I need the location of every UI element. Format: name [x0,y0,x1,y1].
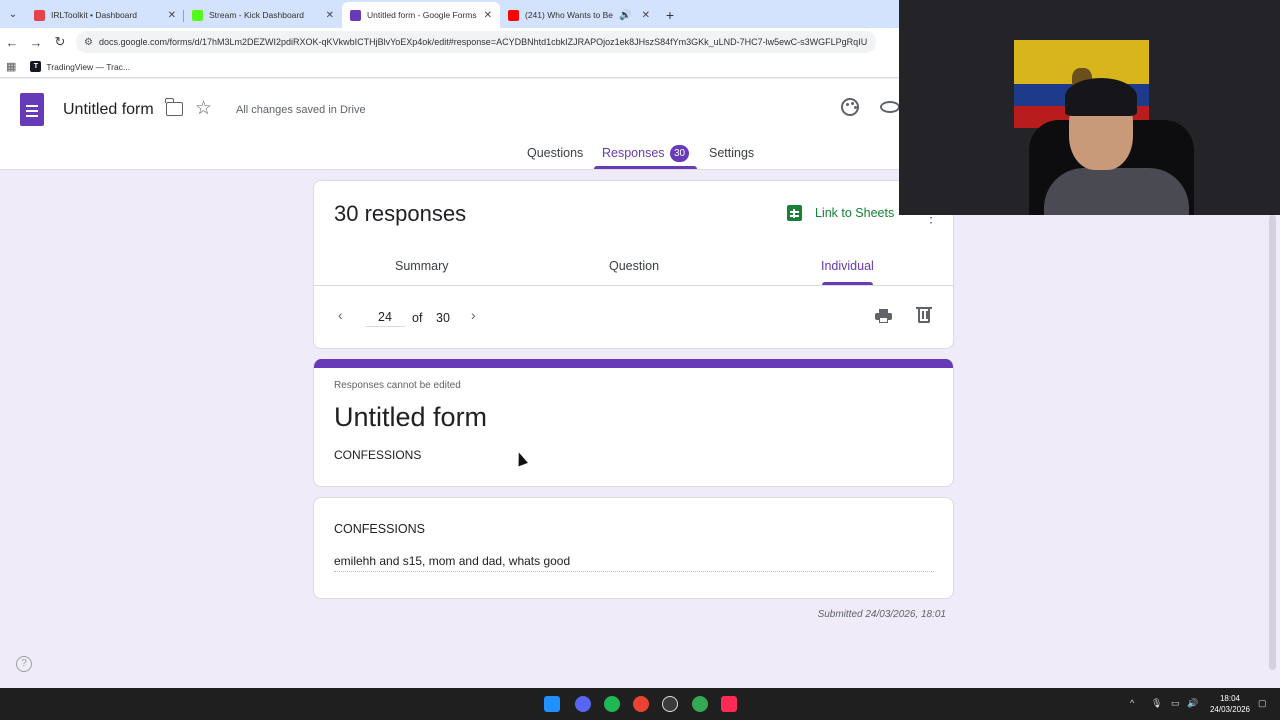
kick-favicon-icon [192,9,203,21]
tab-title: IRLToolkit • Dashboard [51,10,137,20]
question-answer: emilehh and s15, mom and dad, whats good [334,554,934,572]
active-subtab-indicator [822,282,873,285]
submitted-timestamp: Submitted 24/03/2026, 18:01 [817,609,946,620]
new-tab-button[interactable]: + [658,2,682,28]
taskbar-clock[interactable]: 18:04 24/03/2026 [1206,693,1254,715]
responses-locked-notice: Responses cannot be edited [334,380,461,391]
browser-tab-youtube[interactable]: (241) Who Wants to Be a M 🔊 ✕ [500,2,658,28]
sheets-icon[interactable] [787,205,802,221]
question-title: CONFESSIONS [334,522,425,536]
tab-responses[interactable]: Responses [602,146,665,160]
streamer-body-image [1044,168,1189,215]
chrome-active-icon[interactable] [692,696,708,712]
browser-tab-google-forms[interactable]: Untitled form - Google Forms ✕ [342,2,500,28]
close-tab-icon[interactable]: ✕ [484,10,492,21]
windows-taskbar: ^ 🎙 ▭ 🔊 18:04 24/03/2026 ▢ [0,688,1280,720]
tab-summary[interactable]: Summary [395,259,448,273]
google-forms-logo-icon[interactable] [20,93,44,126]
response-view-tabs: Summary Question Individual [314,247,953,286]
form-header-card: Responses cannot be edited Untitled form… [313,359,954,487]
link-to-sheets-button[interactable]: Link to Sheets [815,206,894,220]
next-response-icon[interactable]: › [471,307,476,323]
network-icon[interactable]: ▭ [1171,698,1180,709]
form-heading: Untitled form [334,402,488,432]
mic-icon[interactable]: 🎙 [1151,698,1162,709]
close-tab-icon[interactable]: ✕ [326,10,334,21]
forward-icon[interactable]: → [24,35,48,50]
url-input[interactable]: ⚙ docs.google.com/forms/d/17hM3Lm2DEZWI2… [76,31,876,53]
apps-grid-icon[interactable]: ▦ [6,60,16,73]
webcam-overlay [899,0,1280,215]
obs-icon[interactable] [662,696,678,712]
tiktok-icon[interactable] [721,696,737,712]
form-description: CONFESSIONS [334,448,422,462]
responses-summary-card: 30 responses Link to Sheets ⋮ Summary Qu… [313,180,954,349]
notifications-icon[interactable]: ▢ [1258,698,1267,709]
response-number-input[interactable]: 24 [365,310,405,327]
tab-individual[interactable]: Individual [821,259,874,273]
windows-start-icon[interactable] [544,696,560,712]
browser-tab-kick[interactable]: Stream - Kick Dashboard ✕ [184,2,342,28]
volume-icon[interactable]: 🔊 [1187,698,1198,709]
active-tab-indicator [594,166,697,169]
tab-title: Untitled form - Google Forms [367,10,477,20]
youtube-favicon-icon [508,9,519,21]
tab-search-icon[interactable]: ⌄ [0,0,26,28]
site-info-icon[interactable]: ⚙ [84,37,93,48]
streamer-beanie-image [1065,78,1137,116]
help-icon[interactable]: ? [16,656,32,672]
palette-icon[interactable] [841,98,859,116]
tab-question[interactable]: Question [609,259,659,273]
star-icon[interactable]: ☆ [195,97,212,120]
form-title[interactable]: Untitled form [63,101,154,119]
responses-count-badge: 30 [670,145,689,162]
discord-icon[interactable] [575,696,591,712]
url-text: docs.google.com/forms/d/17hM3Lm2DEZWI2pd… [98,37,868,47]
tab-questions[interactable]: Questions [527,146,583,160]
browser-tab-irltoolkit[interactable]: IRLToolkit • Dashboard ✕ [26,2,184,28]
responses-count-title: 30 responses [334,201,467,226]
close-tab-icon[interactable]: ✕ [168,10,176,21]
chrome-icon[interactable] [633,696,649,712]
reload-icon[interactable]: ↻ [48,34,72,50]
forms-favicon-icon [350,9,361,21]
tab-settings[interactable]: Settings [709,146,754,160]
previous-response-icon[interactable]: ‹ [338,307,343,323]
pager-total: 30 [436,311,450,325]
tray-chevron-icon[interactable]: ^ [1130,698,1134,708]
form-accent-bar [314,359,953,368]
tab-title: Stream - Kick Dashboard [209,10,304,20]
print-icon[interactable] [875,309,892,323]
speaker-icon[interactable]: 🔊 [619,10,631,21]
irltoolkit-favicon-icon [34,9,45,21]
preview-eye-icon[interactable] [880,101,900,113]
back-icon[interactable]: ← [0,35,24,50]
question-card: CONFESSIONS emilehh and s15, mom and dad… [313,497,954,599]
tab-title: (241) Who Wants to Be a M [525,10,615,20]
delete-response-icon[interactable] [916,307,932,323]
close-tab-icon[interactable]: ✕ [642,10,650,21]
save-status: All changes saved in Drive [236,104,366,116]
page-scrollbar[interactable] [1269,215,1276,670]
bookmark-tradingview[interactable]: TradingView — Trac... [46,62,130,72]
folder-icon[interactable] [165,98,183,116]
clock-date: 24/03/2026 [1209,705,1251,714]
spotify-icon[interactable] [604,696,620,712]
tradingview-favicon-icon: T [30,61,42,72]
clock-time: 18:04 [1219,694,1241,703]
pager-of-label: of [412,311,423,325]
